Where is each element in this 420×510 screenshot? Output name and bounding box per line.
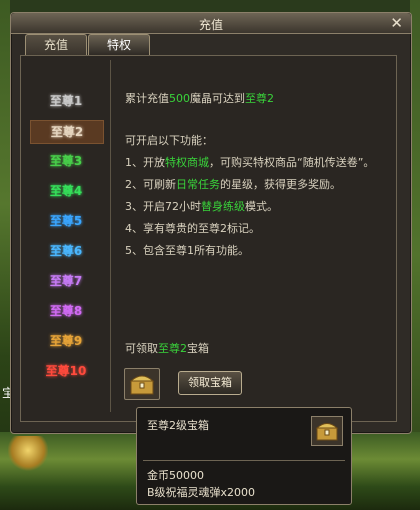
claim-suffix: 宝箱 xyxy=(187,342,209,355)
panel-divider xyxy=(110,60,111,412)
tab-recharge[interactable]: 充值 xyxy=(25,34,87,55)
level-item-3[interactable]: 至尊3 xyxy=(30,150,102,172)
feature-2-suffix: 的星级，获得更多奖励。 xyxy=(220,178,341,191)
level-item-5[interactable]: 至尊5 xyxy=(30,210,102,232)
level-item-2[interactable]: 至尊2 xyxy=(30,120,104,144)
feature-1-highlight: 特权商城 xyxy=(165,156,209,169)
tooltip-reward-gold: 金币50000 xyxy=(147,469,204,482)
feature-2-highlight: 日常任务 xyxy=(176,178,220,191)
level-item-9[interactable]: 至尊9 xyxy=(30,330,102,352)
feature-3-highlight: 替身练级 xyxy=(201,200,245,213)
scene-chest-icon xyxy=(8,436,48,472)
level-item-10[interactable]: 至尊10 xyxy=(30,360,102,382)
feature-line-3: 3、开启72小时替身练级模式。 xyxy=(125,198,278,214)
feature-line-4: 4、享有尊贵的至尊2标记。 xyxy=(125,222,260,235)
tooltip-chest-graphic xyxy=(315,423,339,441)
claim-chest-button[interactable]: 领取宝箱 xyxy=(178,371,242,395)
feature-1-prefix: 1、开放 xyxy=(125,156,165,169)
feature-2-prefix: 2、可刷新 xyxy=(125,178,176,191)
treasure-chest-icon xyxy=(311,416,343,446)
feature-line-2: 2、可刷新日常任务的星级，获得更多奖励。 xyxy=(125,176,341,192)
window-titlebar: 充值 ✕ xyxy=(11,13,411,34)
feature-line-5: 5、包含至尊1所有功能。 xyxy=(125,244,249,257)
feature-1-suffix: ，可购买特权商品“随机传送卷”。 xyxy=(209,156,375,169)
treasure-chest-graphic xyxy=(129,375,155,395)
chest-tooltip: 至尊2级宝箱 金币50000 B级祝福灵魂弹x2000 xyxy=(136,407,352,505)
tooltip-reward-item: B级祝福灵魂弹x2000 xyxy=(147,486,256,499)
level-item-8[interactable]: 至尊8 xyxy=(30,300,102,322)
level-item-4[interactable]: 至尊4 xyxy=(30,180,102,202)
level-item-7[interactable]: 至尊7 xyxy=(30,270,102,292)
feature-line-1: 1、开放特权商城，可购买特权商品“随机传送卷”。 xyxy=(125,154,374,170)
claim-label: 可领取至尊2宝箱 xyxy=(125,340,209,356)
claim-prefix: 可领取 xyxy=(125,342,158,355)
requirement-level: 至尊2 xyxy=(245,92,274,105)
level-item-1[interactable]: 至尊1 xyxy=(30,90,102,112)
feature-3-suffix: 模式。 xyxy=(245,200,278,213)
tab-privilege[interactable]: 特权 xyxy=(88,34,150,55)
tooltip-title: 至尊2级宝箱 xyxy=(147,419,209,432)
level-item-6[interactable]: 至尊6 xyxy=(30,240,102,262)
close-icon[interactable]: ✕ xyxy=(390,14,403,32)
requirement-middle: 魔晶可达到 xyxy=(190,92,245,105)
tooltip-divider xyxy=(143,460,345,461)
requirement-line: 累计充值500魔晶可达到至尊2 xyxy=(125,90,274,106)
requirement-prefix: 累计充值 xyxy=(125,92,169,105)
window-title: 充值 xyxy=(198,18,223,32)
feature-3-prefix: 3、开启72小时 xyxy=(125,200,201,213)
claim-level: 至尊2 xyxy=(158,342,187,355)
requirement-amount: 500 xyxy=(169,92,190,105)
features-title: 可开启以下功能： xyxy=(125,134,213,147)
treasure-chest-icon[interactable] xyxy=(124,368,160,400)
